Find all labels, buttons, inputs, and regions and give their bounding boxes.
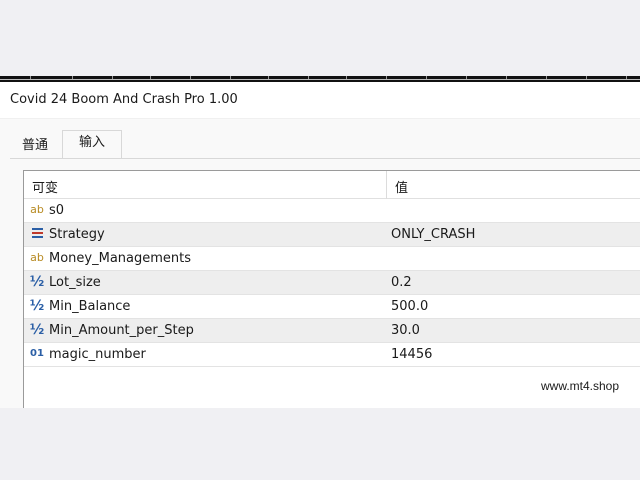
parameter-name: magic_number [49, 347, 146, 362]
parameter-value[interactable]: 14456 [391, 346, 432, 363]
table-row[interactable]: ½ Min_Balance 500.0 [24, 295, 640, 319]
inputs-grid: 可变 值 ab s0 Strategy ONLY_CRASH ab Money_… [23, 170, 640, 409]
parameter-value[interactable]: 500.0 [391, 298, 428, 315]
string-icon: ab [30, 251, 44, 264]
double-icon: ½ [29, 274, 45, 290]
parameter-name: Min_Amount_per_Step [49, 323, 194, 338]
parameter-rows: ab s0 Strategy ONLY_CRASH ab Money_Manag… [24, 199, 640, 367]
table-row[interactable]: 01 magic_number 14456 [24, 343, 640, 367]
background-area [0, 408, 640, 480]
tab-inputs[interactable]: 输入 [62, 130, 122, 159]
column-header-value[interactable]: 值 [395, 177, 408, 196]
enum-icon [28, 226, 46, 242]
dialog-titlebar[interactable]: Covid 24 Boom And Crash Pro 1.00 [0, 82, 640, 119]
string-icon: ab [30, 203, 44, 216]
parameter-name: Min_Balance [49, 299, 131, 314]
table-row[interactable]: ab Money_Managements [24, 247, 640, 271]
background-area [0, 0, 640, 76]
parameter-value[interactable]: 30.0 [391, 322, 420, 339]
table-row[interactable]: ½ Min_Amount_per_Step 30.0 [24, 319, 640, 343]
grid-header: 可变 值 [24, 171, 640, 199]
table-row[interactable]: ½ Lot_size 0.2 [24, 271, 640, 295]
double-icon: ½ [29, 298, 45, 314]
parameter-value[interactable]: 0.2 [391, 274, 412, 291]
integer-icon: 01 [30, 348, 44, 359]
watermark-text: www.mt4.shop [541, 379, 620, 393]
double-icon: ½ [29, 322, 45, 338]
dialog-title: Covid 24 Boom And Crash Pro 1.00 [10, 92, 238, 107]
parameter-name: Lot_size [49, 275, 101, 290]
column-header-variable[interactable]: 可变 [32, 177, 58, 196]
table-row[interactable]: Strategy ONLY_CRASH [24, 223, 640, 247]
parameter-name: s0 [49, 203, 65, 218]
tab-general[interactable]: 普通 [10, 134, 60, 158]
expert-properties-dialog: Covid 24 Boom And Crash Pro 1.00 普通 输入 可… [0, 82, 640, 409]
parameter-name: Strategy [49, 227, 105, 242]
tab-bar: 普通 输入 [10, 130, 640, 159]
screen: Covid 24 Boom And Crash Pro 1.00 普通 输入 可… [0, 0, 640, 480]
parameter-value[interactable]: ONLY_CRASH [391, 226, 475, 243]
table-row[interactable]: ab s0 [24, 199, 640, 223]
tab-divider [10, 158, 640, 159]
parameter-name: Money_Managements [49, 251, 192, 266]
